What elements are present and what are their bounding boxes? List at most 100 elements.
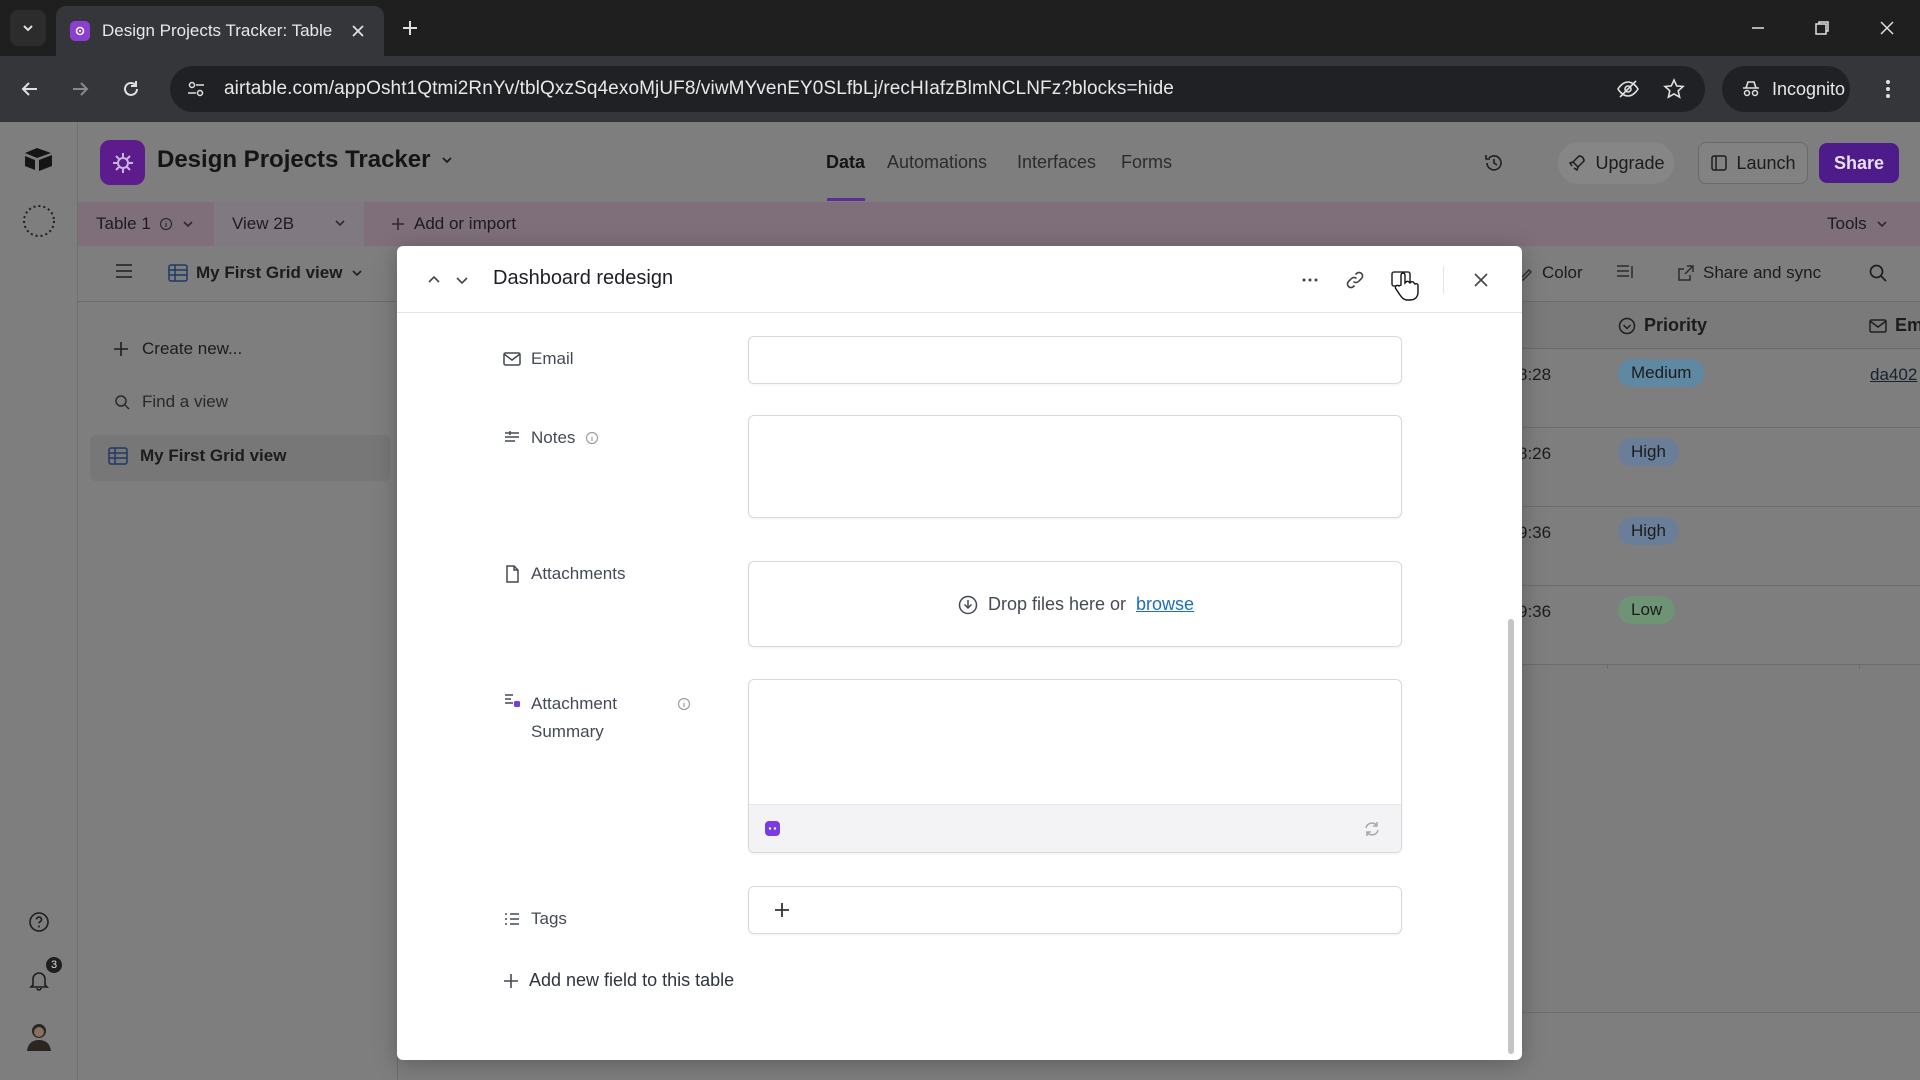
column-header-label: Em	[1895, 315, 1920, 335]
upgrade-button[interactable]: Upgrade	[1558, 142, 1674, 184]
view-2b-tab[interactable]: View 2B	[232, 214, 294, 234]
close-icon[interactable]	[1468, 267, 1494, 293]
file-icon	[503, 565, 521, 583]
time-cell: 8:28	[1518, 365, 1552, 384]
search-icon[interactable]	[1868, 263, 1888, 283]
email-cell[interactable]: da402	[1870, 365, 1917, 385]
base-logo-icon[interactable]	[100, 140, 145, 185]
app-header: Design Projects Tracker Data Automations…	[78, 122, 1920, 202]
restore-button[interactable]	[1808, 14, 1836, 42]
find-view-input[interactable]: Find a view	[114, 392, 228, 412]
more-options-icon[interactable]	[1297, 267, 1323, 293]
tools-button[interactable]: Tools	[1827, 214, 1889, 234]
help-icon[interactable]	[19, 902, 59, 942]
airtable-favicon-icon	[70, 21, 90, 41]
incognito-label: Incognito	[1772, 78, 1846, 99]
refresh-icon[interactable]	[1361, 818, 1383, 840]
search-icon	[115, 395, 130, 410]
notes-field[interactable]	[748, 415, 1402, 518]
tab-forms[interactable]: Forms	[1121, 152, 1172, 173]
column-header-priority[interactable]: Priority	[1618, 315, 1707, 336]
priority-pill: High	[1618, 517, 1679, 545]
base-name-dropdown[interactable]: Design Projects Tracker	[157, 146, 454, 174]
email-field[interactable]	[748, 336, 1402, 384]
email-label-text: Email	[531, 349, 574, 368]
ai-field-icon	[503, 691, 521, 709]
toggle-sidebar-button[interactable]	[114, 263, 134, 279]
new-tab-button[interactable]	[396, 14, 424, 42]
browser-tab-active[interactable]: Design Projects Tracker: Table 1	[56, 6, 384, 56]
view-switcher[interactable]: My First Grid view	[168, 263, 364, 283]
sidebar-item-my-first-grid-view[interactable]: My First Grid view	[108, 446, 286, 466]
chevron-down-icon[interactable]	[333, 216, 347, 230]
dropzone-text: Drop files here or browse	[749, 594, 1403, 615]
mail-icon	[1869, 318, 1887, 333]
upgrade-label: Upgrade	[1595, 152, 1665, 173]
tab-search-button[interactable]	[10, 10, 46, 46]
plus-icon	[775, 903, 789, 917]
next-record-button[interactable]	[449, 267, 475, 293]
add-new-field-button[interactable]: Add new field to this table	[503, 970, 734, 991]
color-label: Color	[1542, 263, 1583, 282]
active-tab-indicator	[827, 198, 865, 201]
incognito-indicator[interactable]: Incognito	[1722, 66, 1850, 112]
view-2b-label: View 2B	[232, 214, 295, 233]
plus-icon	[392, 218, 404, 230]
browser-menu-button[interactable]	[1872, 73, 1904, 105]
chevron-down-icon	[23, 25, 33, 32]
tags-field[interactable]	[748, 886, 1402, 934]
column-header-email[interactable]: Em	[1869, 315, 1920, 336]
info-icon[interactable]	[585, 431, 599, 445]
add-or-import-button[interactable]: Add or import	[390, 214, 516, 234]
share-and-sync-button[interactable]: Share and sync	[1677, 263, 1821, 283]
row-height-icon	[1617, 265, 1633, 278]
add-new-field-label: Add new field to this table	[529, 970, 735, 990]
tags-label-text: Tags	[531, 909, 567, 928]
previous-record-button[interactable]	[421, 267, 447, 293]
record-title[interactable]: Dashboard redesign	[493, 267, 673, 290]
tab-close-icon[interactable]	[346, 19, 370, 43]
color-button[interactable]: Color	[1518, 263, 1583, 283]
address-bar[interactable]: airtable.com/appOsht1Qtmi2RnYv/tblQxzSq4…	[170, 66, 1705, 112]
tags-field-label: Tags	[503, 909, 567, 929]
download-circle-icon	[958, 595, 978, 614]
notes-label-text: Notes	[531, 428, 576, 447]
sidebar-view-label: My First Grid view	[140, 446, 287, 465]
share-button[interactable]: Share	[1819, 143, 1899, 183]
airtable-logo-icon[interactable]	[19, 140, 59, 180]
chevron-down-icon	[442, 157, 453, 164]
omni-icon[interactable]	[19, 201, 59, 241]
hand-cursor-icon	[1394, 272, 1419, 301]
notification-badge: 3	[46, 957, 62, 973]
launch-button[interactable]: Launch	[1698, 142, 1808, 184]
grid-view-icon	[168, 264, 188, 282]
tab-automations[interactable]: Automations	[887, 152, 987, 173]
row-height-button[interactable]	[1615, 263, 1635, 281]
copy-link-icon[interactable]	[1342, 267, 1368, 293]
avatar[interactable]	[19, 1015, 59, 1055]
attachments-dropzone[interactable]: Drop files here or browse	[748, 561, 1402, 647]
rocket-icon	[1569, 155, 1586, 172]
chevron-down-icon	[456, 277, 468, 285]
back-button[interactable]	[14, 73, 46, 105]
minimize-button[interactable]	[1744, 14, 1772, 42]
info-icon[interactable]	[677, 697, 691, 711]
add-or-import-label: Add or import	[414, 214, 517, 233]
eye-off-icon[interactable]	[1612, 73, 1644, 105]
time-cell: 8:26	[1518, 444, 1552, 463]
plus-icon	[504, 973, 518, 988]
tab-data[interactable]: Data	[826, 152, 865, 173]
history-icon[interactable]	[1479, 148, 1509, 178]
browse-link[interactable]: browse	[1136, 594, 1194, 615]
close-window-button[interactable]	[1873, 14, 1901, 42]
forward-button[interactable]	[64, 73, 96, 105]
ai-sparkle-icon[interactable]	[765, 821, 780, 836]
attachment-summary-field[interactable]	[748, 679, 1402, 853]
add-tag-button[interactable]	[767, 895, 797, 925]
table-tab[interactable]: Table 1	[96, 214, 195, 234]
modal-scrollbar[interactable]	[1508, 619, 1514, 1054]
bookmark-star-icon[interactable]	[1658, 73, 1690, 105]
create-new-view-button[interactable]: Create new...	[112, 339, 242, 359]
reload-button[interactable]	[115, 73, 147, 105]
tab-interfaces[interactable]: Interfaces	[1017, 152, 1096, 173]
